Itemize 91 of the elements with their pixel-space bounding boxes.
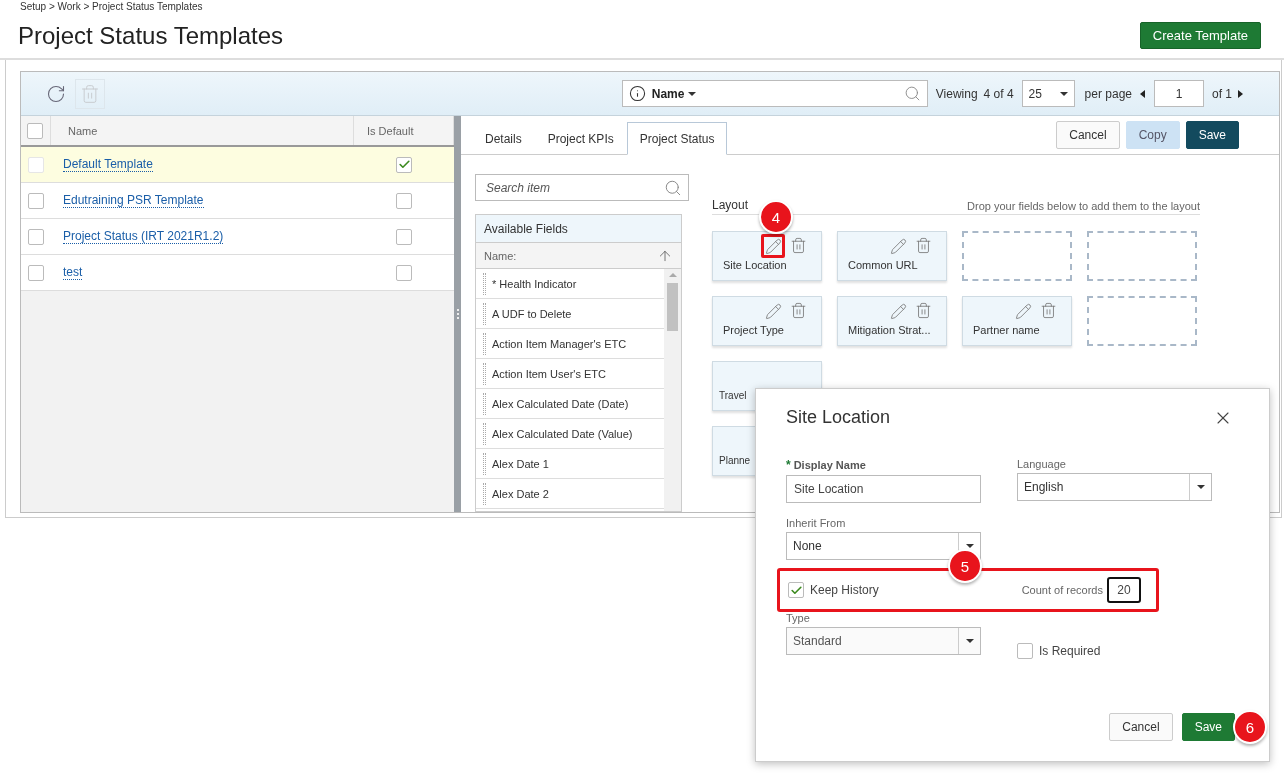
delete-icon[interactable] (915, 302, 932, 319)
checkbox[interactable] (396, 156, 412, 173)
scroll-thumb[interactable] (667, 283, 678, 331)
column-header: Is Default (367, 124, 414, 137)
filter-field[interactable]: Name (621, 80, 928, 107)
template-link[interactable]: Project Status (IRT 2021R1.2) (63, 229, 224, 244)
page-title: Project Status Templates (18, 22, 284, 50)
column-header: Name (68, 124, 98, 137)
delete-icon[interactable] (790, 237, 807, 254)
caret-icon (1196, 485, 1205, 489)
field-card[interactable]: Project Type (712, 296, 822, 346)
field-label: Language (1017, 458, 1067, 470)
page-input[interactable]: 1 (1154, 80, 1204, 107)
inherit-from-select[interactable]: None (786, 532, 981, 560)
sort-label: Name: (484, 249, 517, 262)
tab[interactable]: Details (472, 122, 535, 155)
field-label: * Display Name (786, 458, 867, 472)
drag-handle-icon (483, 392, 486, 415)
scrollbar[interactable] (664, 269, 681, 511)
search-field[interactable]: Search item (475, 174, 689, 201)
field-label: Type (786, 612, 811, 624)
page-size-select[interactable]: 25 (1021, 80, 1075, 107)
previous-page-icon[interactable] (1140, 89, 1145, 98)
drag-handle-icon (483, 302, 486, 325)
viewing-label: Viewing (935, 86, 978, 101)
template-row[interactable]: Default Template (21, 147, 454, 183)
template-link[interactable]: test (63, 265, 83, 280)
next-page-icon[interactable] (1238, 89, 1243, 98)
layout-title: Layout (712, 198, 749, 212)
template-row[interactable]: Edutraining PSR Template (21, 183, 454, 219)
field-label: Count of records (1021, 584, 1103, 596)
drag-handle-icon (483, 452, 486, 475)
field-card[interactable]: Mitigation Strat... (837, 296, 947, 346)
checkbox[interactable] (28, 264, 44, 281)
keep-history-label: Keep History (810, 583, 879, 597)
template-link[interactable]: Default Template (63, 157, 153, 172)
count-input[interactable]: 20 (1107, 577, 1141, 603)
info-icon (628, 85, 646, 102)
drag-handle-icon (483, 362, 486, 385)
trash-icon (80, 83, 100, 104)
template-row[interactable]: Project Status (IRT 2021R1.2) (21, 219, 454, 255)
language-select[interactable]: English (1017, 473, 1212, 501)
delete-icon[interactable] (915, 237, 932, 254)
drag-handle-icon (483, 482, 486, 505)
refresh-icon (46, 83, 66, 104)
caret-icon (965, 639, 974, 643)
checkbox[interactable] (28, 228, 44, 245)
create-template-button[interactable]: Create Template (1139, 22, 1261, 49)
field-label: Inherit From (786, 517, 847, 529)
checkbox[interactable] (396, 264, 412, 281)
checkbox[interactable] (28, 192, 44, 209)
checkbox[interactable] (1017, 643, 1033, 659)
drag-handle-icon (483, 272, 486, 295)
save-button[interactable]: Save (1185, 121, 1239, 149)
template-link[interactable]: Edutraining PSR Template (63, 193, 204, 208)
caret-icon (1059, 91, 1068, 96)
edit-icon[interactable] (761, 234, 785, 258)
caret-icon (688, 91, 697, 96)
delete-icon[interactable] (790, 302, 807, 319)
save-button[interactable]: Save (1181, 713, 1235, 741)
layout-hint: Drop your fields below to add them to the layout (967, 200, 1200, 212)
field-card[interactable]: Partner name (962, 296, 1072, 346)
step-badge: 4 (759, 200, 793, 234)
copy-button[interactable]: Copy (1125, 121, 1180, 149)
breadcrumb: Setup > Work > Project Status Templates (20, 1, 204, 12)
search-icon[interactable] (903, 85, 921, 102)
cancel-button[interactable]: Cancel (1056, 121, 1120, 149)
checkbox[interactable] (396, 228, 412, 245)
list-title: Available Fields (476, 215, 681, 243)
tab[interactable]: Project Status (626, 122, 728, 155)
search-icon (664, 178, 682, 197)
checkbox[interactable] (788, 582, 804, 598)
drag-handle-icon (483, 332, 486, 355)
step-badge: 6 (1233, 710, 1267, 744)
delete-icon[interactable] (1040, 302, 1057, 319)
template-row[interactable]: test (21, 255, 454, 291)
viewing-count: 4 of 4 (983, 86, 1014, 101)
tab[interactable]: Project KPIs (534, 122, 627, 155)
filter-dropdown[interactable]: Name (651, 86, 697, 101)
scroll-up-icon[interactable] (668, 273, 677, 277)
drag-handle-icon (483, 422, 486, 445)
page-total: of 1 (1212, 86, 1232, 101)
field-card[interactable]: Site Location (712, 231, 822, 281)
is-required-label: Is Required (1039, 644, 1101, 658)
checkbox[interactable] (27, 122, 43, 139)
step-badge: 5 (948, 549, 982, 583)
cancel-button[interactable]: Cancel (1109, 713, 1173, 741)
display-name-input[interactable]: Site Location (786, 475, 981, 503)
field-card[interactable]: Common URL (837, 231, 947, 281)
checkbox[interactable] (396, 192, 412, 209)
per-page-label: per page (1084, 86, 1132, 101)
